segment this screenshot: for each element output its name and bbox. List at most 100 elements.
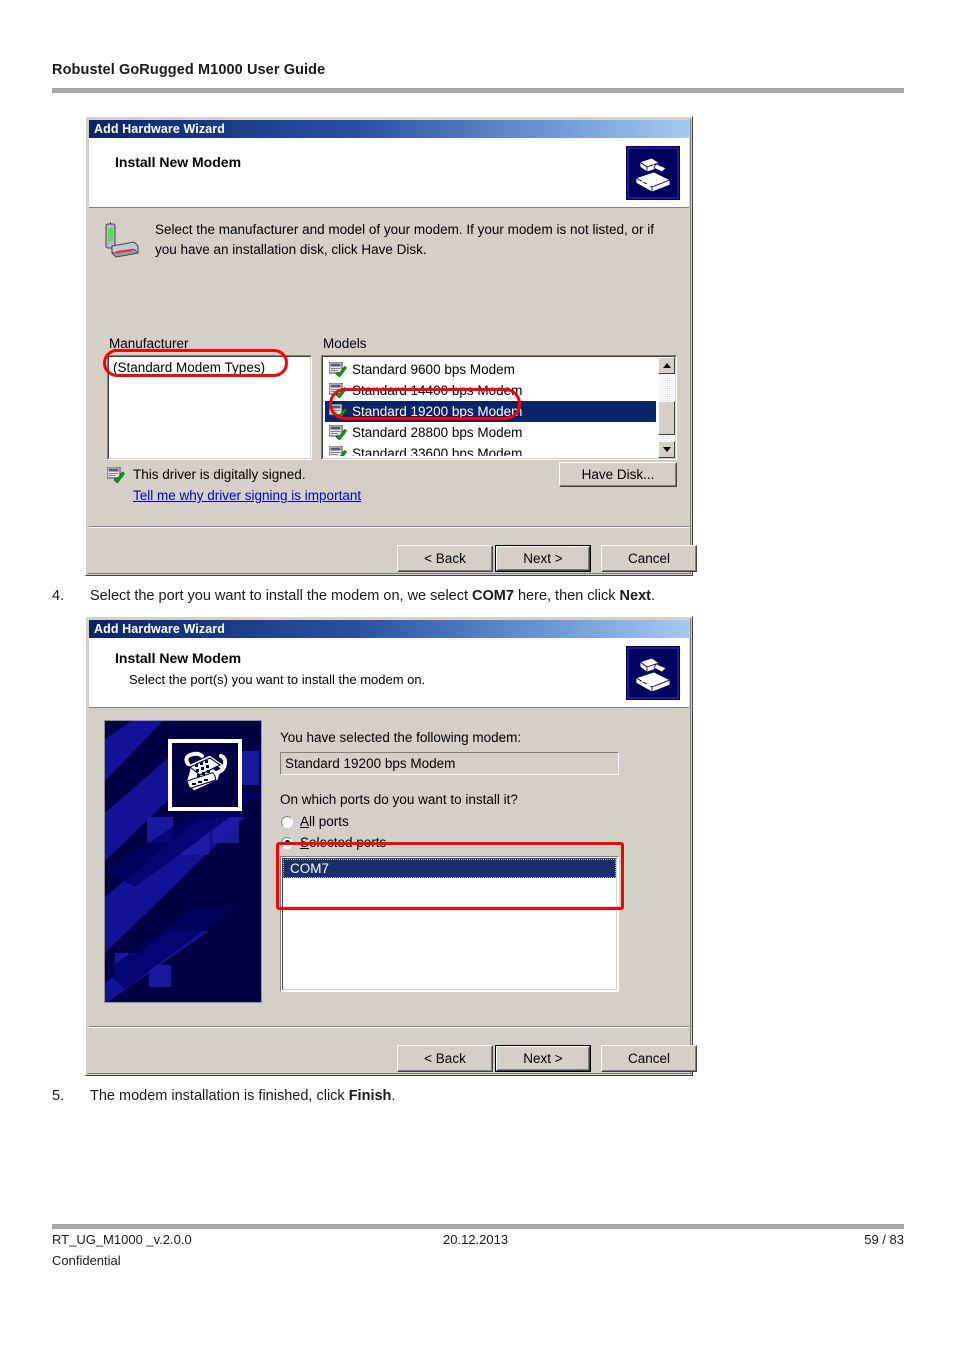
step-4-bold-com7: COM7: [472, 588, 514, 604]
ports-listbox[interactable]: COM7: [280, 856, 619, 992]
step-4: 4. Select the port you want to install t…: [52, 588, 752, 608]
dialog2-titlebar: Add Hardware Wizard: [89, 620, 689, 638]
radio-all-ports-label: All ports: [300, 814, 349, 829]
dialog2-header-title: Install New Modem: [115, 650, 242, 666]
telephone-icon: [184, 751, 228, 792]
radio-all-ports-control[interactable]: [281, 815, 293, 828]
dialog2-header-subtitle: Select the port(s) you want to install t…: [129, 672, 426, 687]
next-button-label: Next >: [523, 1051, 563, 1066]
radio-all-ports[interactable]: All ports: [281, 814, 349, 829]
driver-signing-link[interactable]: Tell me why driver signing is important: [133, 488, 361, 503]
radio-selected-ports-label: Selected ports: [300, 835, 387, 850]
dialog1-header-band: Install New Modem: [89, 138, 689, 208]
dialog1-button-separator: [89, 526, 689, 528]
radio-selected-ports-control[interactable]: [281, 836, 293, 849]
manufacturer-listbox[interactable]: (Standard Modem Types): [107, 355, 312, 460]
page-header-title: Robustel GoRugged M1000 User Guide: [52, 62, 326, 78]
step-5: 5. The modem installation is finished, c…: [52, 1088, 752, 1108]
have-disk-button[interactable]: Have Disk...: [559, 462, 677, 487]
scrollbar-down-button[interactable]: [658, 441, 675, 458]
wizard-artwork-panel: [104, 720, 262, 1003]
chevron-down-icon: [662, 447, 671, 452]
models-list-item-label: Standard 28800 bps Modem: [352, 425, 523, 440]
cancel-button-label: Cancel: [627, 551, 671, 566]
radio-selected-ports[interactable]: Selected ports: [281, 835, 386, 850]
manufacturer-listbox-inner: (Standard Modem Types): [108, 356, 311, 459]
models-list-item-selected[interactable]: Standard 19200 bps Modem: [325, 401, 656, 422]
back-button[interactable]: < Back: [397, 1045, 493, 1072]
models-list-item-label: Standard 14400 bps Modem: [352, 383, 523, 398]
page-footer-rule: [52, 1224, 904, 1229]
telephone-icon-inner: [172, 743, 238, 807]
footer-date: 20.12.2013: [443, 1232, 509, 1247]
driver-signed-text: This driver is digitally signed.: [133, 467, 306, 482]
back-button[interactable]: < Back: [397, 545, 493, 572]
models-list-item-label: Standard 19200 bps Modem: [352, 404, 523, 419]
manufacturer-caption: Manufacturer: [109, 336, 189, 351]
step-4-text-middle: here, then click: [513, 588, 620, 604]
telephone-icon-frame: [168, 739, 242, 811]
dialog2-title-text: Add Hardware Wizard: [94, 622, 225, 636]
models-listbox[interactable]: Standard 9600 bps Modem Standard 14400 b…: [321, 355, 677, 460]
back-button-label: < Back: [424, 1051, 466, 1066]
cancel-button[interactable]: Cancel: [601, 545, 697, 572]
dialog2-header-band: Install New Modem Select the port(s) you…: [89, 638, 689, 708]
scrollbar-up-button[interactable]: [658, 357, 675, 374]
step-5-bold-finish: Finish: [348, 1088, 392, 1104]
step-5-text: The modem installation is finished, clic…: [90, 1088, 395, 1104]
scrollbar-thumb[interactable]: [658, 401, 675, 435]
hardware-wizard-icon: [626, 146, 680, 200]
add-hardware-wizard-dialog-2: Add Hardware Wizard Install New Modem Se…: [85, 616, 697, 1076]
step-5-text-after: .: [391, 1088, 396, 1104]
ports-list-item-selected[interactable]: COM7: [283, 859, 616, 878]
digital-signature-icon: [106, 466, 125, 484]
step-4-bold-next: Next: [619, 588, 651, 604]
cancel-button[interactable]: Cancel: [601, 1045, 697, 1072]
step-5-text-before: The modem installation is finished, clic…: [90, 1088, 349, 1104]
dialog1-title-text: Add Hardware Wizard: [94, 122, 225, 136]
step-4-number: 4.: [52, 588, 65, 604]
signed-modem-icon: [328, 361, 347, 378]
page-header-rule: [52, 88, 904, 93]
ports-question-label: On which ports do you want to install it…: [280, 792, 518, 807]
models-list-item[interactable]: Standard 28800 bps Modem: [325, 422, 656, 443]
signed-modem-icon: [328, 424, 347, 441]
models-scrollbar[interactable]: [658, 357, 675, 458]
models-list-item-label: Standard 9600 bps Modem: [352, 362, 515, 377]
dialog1-body: Select the manufacturer and model of you…: [89, 208, 697, 572]
chevron-up-icon: [662, 363, 671, 368]
signed-modem-icon: [328, 445, 347, 456]
dialog1-titlebar: Add Hardware Wizard: [89, 120, 689, 138]
models-list-item[interactable]: Standard 33600 bps Modem: [325, 443, 656, 456]
signed-modem-icon: [328, 403, 347, 420]
selected-modem-label: You have selected the following modem:: [280, 730, 522, 745]
add-hardware-wizard-dialog-1: Add Hardware Wizard Install New Modem Se…: [85, 116, 697, 576]
ports-listbox-inner: COM7: [282, 858, 617, 990]
dialog1-header-title: Install New Modem: [115, 154, 242, 170]
next-button-label: Next >: [523, 551, 563, 566]
models-caption: Models: [323, 336, 367, 351]
models-list-viewport: Standard 9600 bps Modem Standard 14400 b…: [325, 359, 656, 456]
models-list-item-label: Standard 33600 bps Modem: [352, 446, 523, 456]
dialog2-button-separator: [89, 1026, 689, 1028]
footer-confidential: Confidential: [52, 1253, 121, 1268]
signed-modem-icon: [328, 382, 347, 399]
models-list-item[interactable]: Standard 14400 bps Modem: [325, 380, 656, 401]
manufacturer-list-item[interactable]: (Standard Modem Types): [109, 357, 310, 378]
models-listbox-inner: Standard 9600 bps Modem Standard 14400 b…: [322, 356, 676, 459]
models-list-item[interactable]: Standard 9600 bps Modem: [325, 359, 656, 380]
footer-document-id: RT_UG_M1000 _v.2.0.0: [52, 1232, 192, 1247]
dialog2-body: You have selected the following modem: S…: [89, 708, 697, 1072]
step-4-text: Select the port you want to install the …: [90, 588, 655, 604]
hardware-wizard-icon: [626, 646, 680, 700]
next-button[interactable]: Next >: [495, 545, 591, 572]
next-button[interactable]: Next >: [495, 1045, 591, 1072]
modem-phone-icon: [104, 220, 140, 262]
back-button-label: < Back: [424, 551, 466, 566]
step-5-number: 5.: [52, 1088, 65, 1104]
have-disk-label: Have Disk...: [581, 467, 655, 482]
step-4-text-before: Select the port you want to install the …: [90, 588, 473, 604]
footer-page-number: 59 / 83: [864, 1232, 904, 1247]
selected-modem-value: Standard 19200 bps Modem: [280, 752, 619, 775]
step-4-text-after: .: [650, 588, 655, 604]
